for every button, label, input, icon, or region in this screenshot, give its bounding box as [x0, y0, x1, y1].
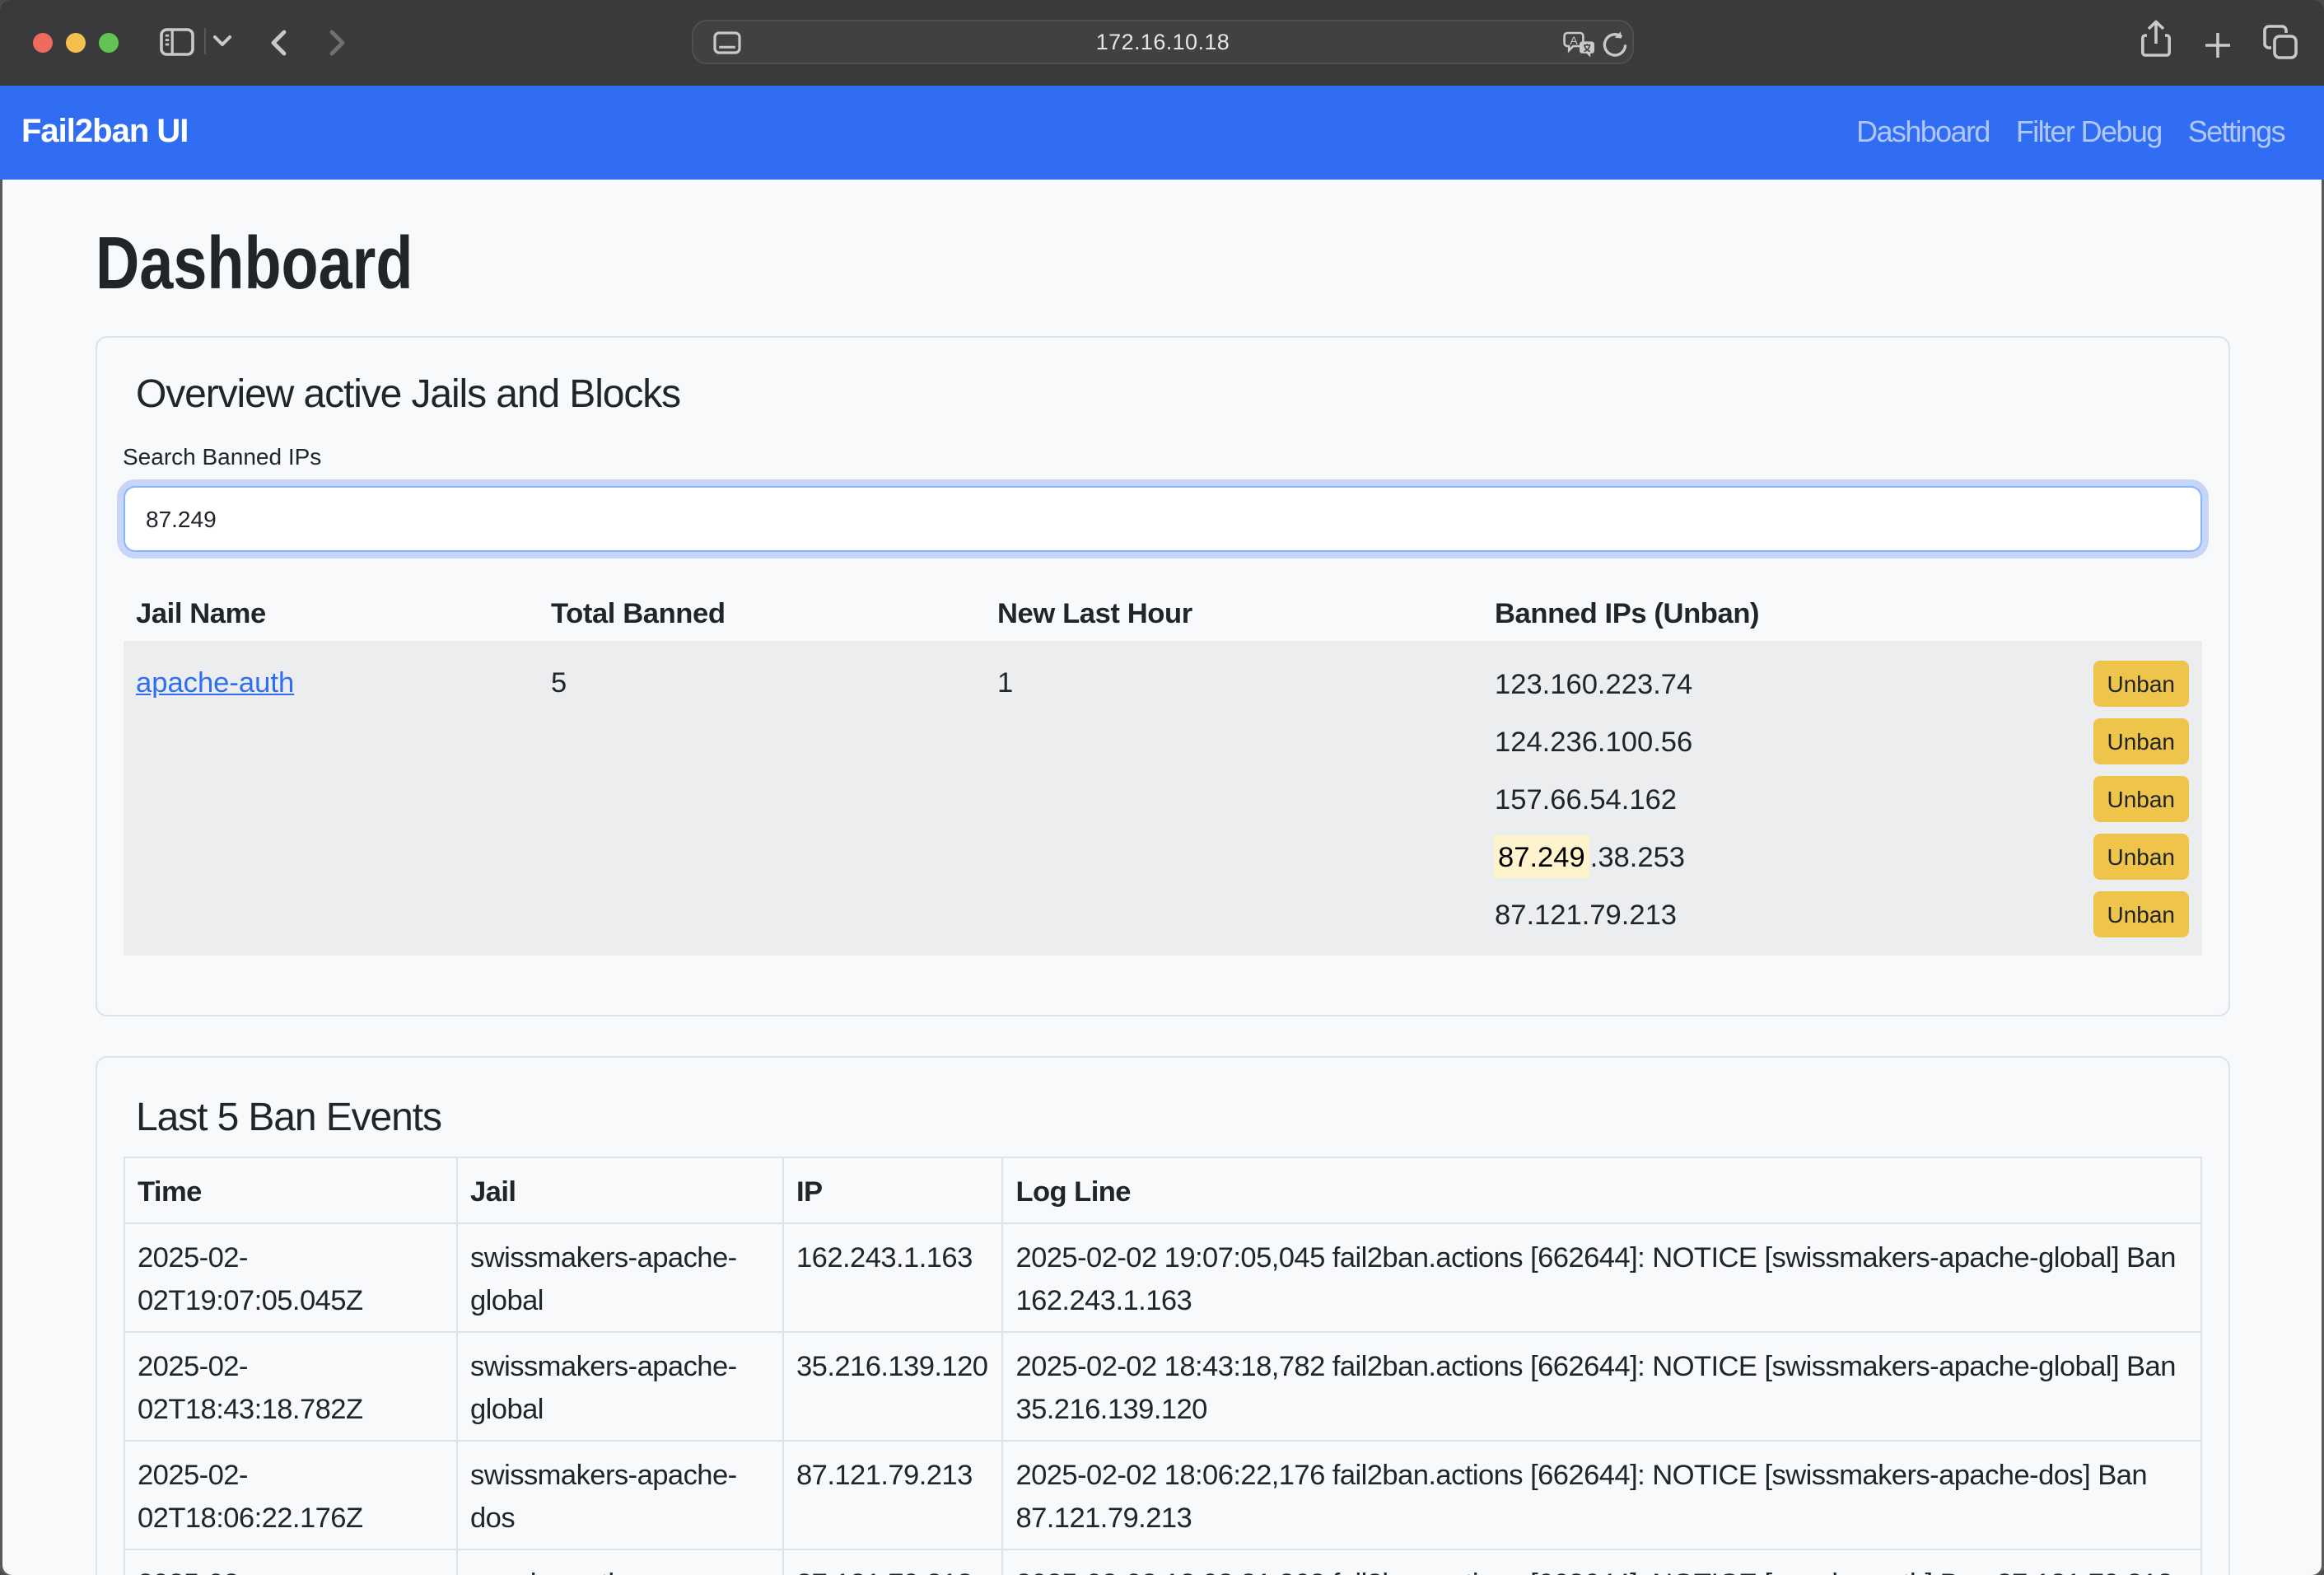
- svg-text:A: A: [1570, 34, 1578, 47]
